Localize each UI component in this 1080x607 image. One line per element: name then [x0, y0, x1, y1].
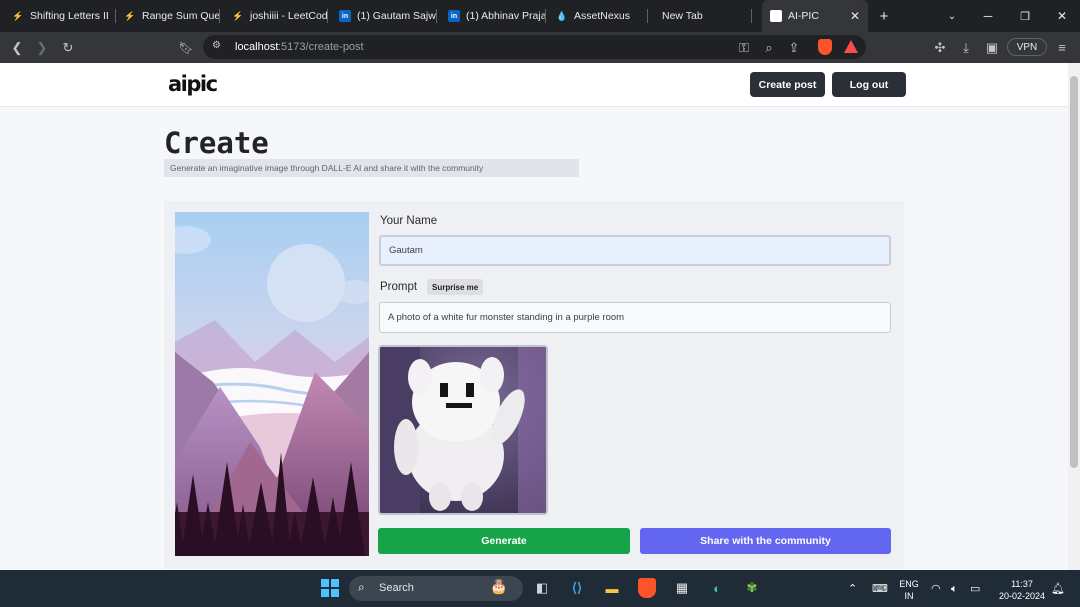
- generate-button[interactable]: Generate: [378, 528, 630, 554]
- bookmark-icon[interactable]: 🔖︎: [174, 32, 198, 63]
- browser-tab[interactable]: ⚡ joshiiii - LeetCode: [232, 0, 328, 32]
- leetcode-icon: ⚡: [12, 10, 24, 21]
- browser-tab[interactable]: 💧 AssetNexus: [556, 0, 648, 32]
- search-icon: ⌕: [358, 580, 365, 594]
- menu-icon[interactable]: ≡: [1050, 32, 1074, 63]
- vscode-icon[interactable]: ⟨⟩: [566, 577, 588, 599]
- tab-label: AssetNexus: [574, 10, 631, 22]
- tab-label: (1) Abhinav Prajapati: [466, 10, 546, 22]
- edge-icon[interactable]: ◐: [706, 577, 728, 599]
- linkedin-icon: in: [448, 10, 460, 22]
- name-input[interactable]: [379, 235, 891, 266]
- app-header: aipic Create post Log out: [0, 63, 1068, 107]
- task-view-icon[interactable]: ◧: [531, 577, 553, 599]
- keyboard-icon[interactable]: ⌨: [872, 583, 888, 595]
- file-explorer-icon[interactable]: ▬: [601, 577, 623, 599]
- browser-tab[interactable]: ⚡ Range Sum Query: [124, 0, 220, 32]
- close-window-icon[interactable]: ✕: [1044, 0, 1080, 32]
- tab-label: Shifting Letters II: [30, 10, 109, 22]
- clock-time: 11:37: [1011, 579, 1033, 589]
- browser-tab[interactable]: in (1) Abhinav Prajapati: [448, 0, 546, 32]
- page-subtitle: Generate an imaginative image through DA…: [164, 159, 579, 177]
- tray-chevron-icon[interactable]: ⌃: [848, 583, 857, 595]
- linkedin-icon: in: [339, 10, 351, 22]
- zoom-icon[interactable]: ⌕: [757, 32, 781, 63]
- prompt-label: Prompt: [380, 281, 418, 293]
- landscape-illustration: [175, 212, 369, 556]
- microsoft-store-icon[interactable]: ▦: [671, 577, 693, 599]
- scrollbar-thumb[interactable]: [1070, 76, 1078, 468]
- key-icon[interactable]: ⚿: [732, 32, 756, 63]
- browser-tab-active[interactable]: AI-PIC ✕: [762, 0, 868, 32]
- notification-bell-icon[interactable]: 🔔︎: [1051, 583, 1065, 595]
- name-label: Your Name: [380, 215, 438, 227]
- tab-label: AI-PIC: [788, 10, 819, 22]
- browser-tab-strip: ⚡ Shifting Letters II ⚡ Range Sum Query …: [0, 0, 1080, 32]
- lang-top: ENG: [899, 579, 919, 589]
- page-title: Create: [164, 126, 269, 160]
- generated-image: [378, 345, 548, 515]
- prompt-input[interactable]: [379, 302, 891, 333]
- brave-icon[interactable]: [638, 578, 656, 598]
- windows-start-icon[interactable]: [321, 579, 339, 597]
- chevron-down-icon[interactable]: ⌄: [934, 0, 970, 32]
- browser-tab[interactable]: ⚡ Shifting Letters II: [12, 0, 116, 32]
- flame-icon: 💧: [556, 10, 568, 21]
- logout-button[interactable]: Log out: [832, 72, 906, 97]
- site-info-icon[interactable]: ⚙︎: [212, 40, 226, 54]
- tab-label: (1) Gautam Sajwan: [357, 10, 437, 22]
- taskbar-search-label: Search: [379, 582, 414, 594]
- vpn-label: VPN: [1016, 41, 1038, 53]
- forward-icon[interactable]: ❯: [30, 32, 54, 63]
- leetcode-icon: ⚡: [124, 10, 136, 21]
- browser-tab[interactable]: in (1) Gautam Sajwan: [339, 0, 437, 32]
- tab-label: Range Sum Query: [142, 10, 220, 22]
- clock[interactable]: 11:37 20-02-2024: [994, 578, 1050, 602]
- language-indicator[interactable]: ENG IN: [896, 578, 922, 602]
- share-icon[interactable]: ⇪: [782, 32, 806, 63]
- share-button[interactable]: Share with the community: [640, 528, 891, 554]
- volume-icon[interactable]: 🔈︎: [951, 583, 958, 595]
- tab-label: New Tab: [662, 10, 703, 22]
- create-post-button[interactable]: Create post: [750, 72, 825, 97]
- wifi-icon[interactable]: ◠: [931, 583, 941, 595]
- search-highlight-icon: 🎂: [490, 578, 508, 594]
- browser-tab[interactable]: New Tab: [662, 0, 752, 32]
- back-icon[interactable]: ❮: [5, 32, 29, 63]
- leetcode-icon: ⚡: [232, 10, 244, 21]
- aipic-logo[interactable]: aipic: [168, 72, 218, 96]
- vpn-button[interactable]: VPN: [1007, 38, 1047, 56]
- battery-icon[interactable]: ▭: [970, 583, 980, 595]
- aipic-icon: [770, 10, 782, 22]
- create-form-card: Your Name Prompt Surprise me: [164, 201, 904, 569]
- brave-rewards-icon[interactable]: [844, 40, 858, 53]
- app-page: aipic Create post Log out Create Generat…: [0, 63, 1068, 570]
- tab-label: joshiiii - LeetCode: [250, 10, 328, 22]
- extensions-icon[interactable]: ✣: [928, 32, 952, 63]
- brave-shield-icon[interactable]: [818, 39, 832, 55]
- app-icon[interactable]: ✾: [741, 577, 763, 599]
- new-tab-icon[interactable]: +: [866, 0, 902, 32]
- url-path: :5173/create-post: [278, 41, 364, 53]
- reload-icon[interactable]: ↻: [56, 32, 80, 63]
- surprise-me-button[interactable]: Surprise me: [427, 279, 484, 295]
- minimize-icon[interactable]: ─: [970, 0, 1006, 32]
- lang-bottom: IN: [904, 591, 914, 601]
- clock-date: 20-02-2024: [998, 591, 1046, 601]
- wallet-icon[interactable]: ▣: [980, 32, 1004, 63]
- download-icon[interactable]: ⤓: [954, 32, 978, 63]
- url-host: localhost: [235, 41, 279, 53]
- close-tab-icon[interactable]: ✕: [850, 9, 860, 23]
- restore-icon[interactable]: ❐: [1007, 0, 1043, 32]
